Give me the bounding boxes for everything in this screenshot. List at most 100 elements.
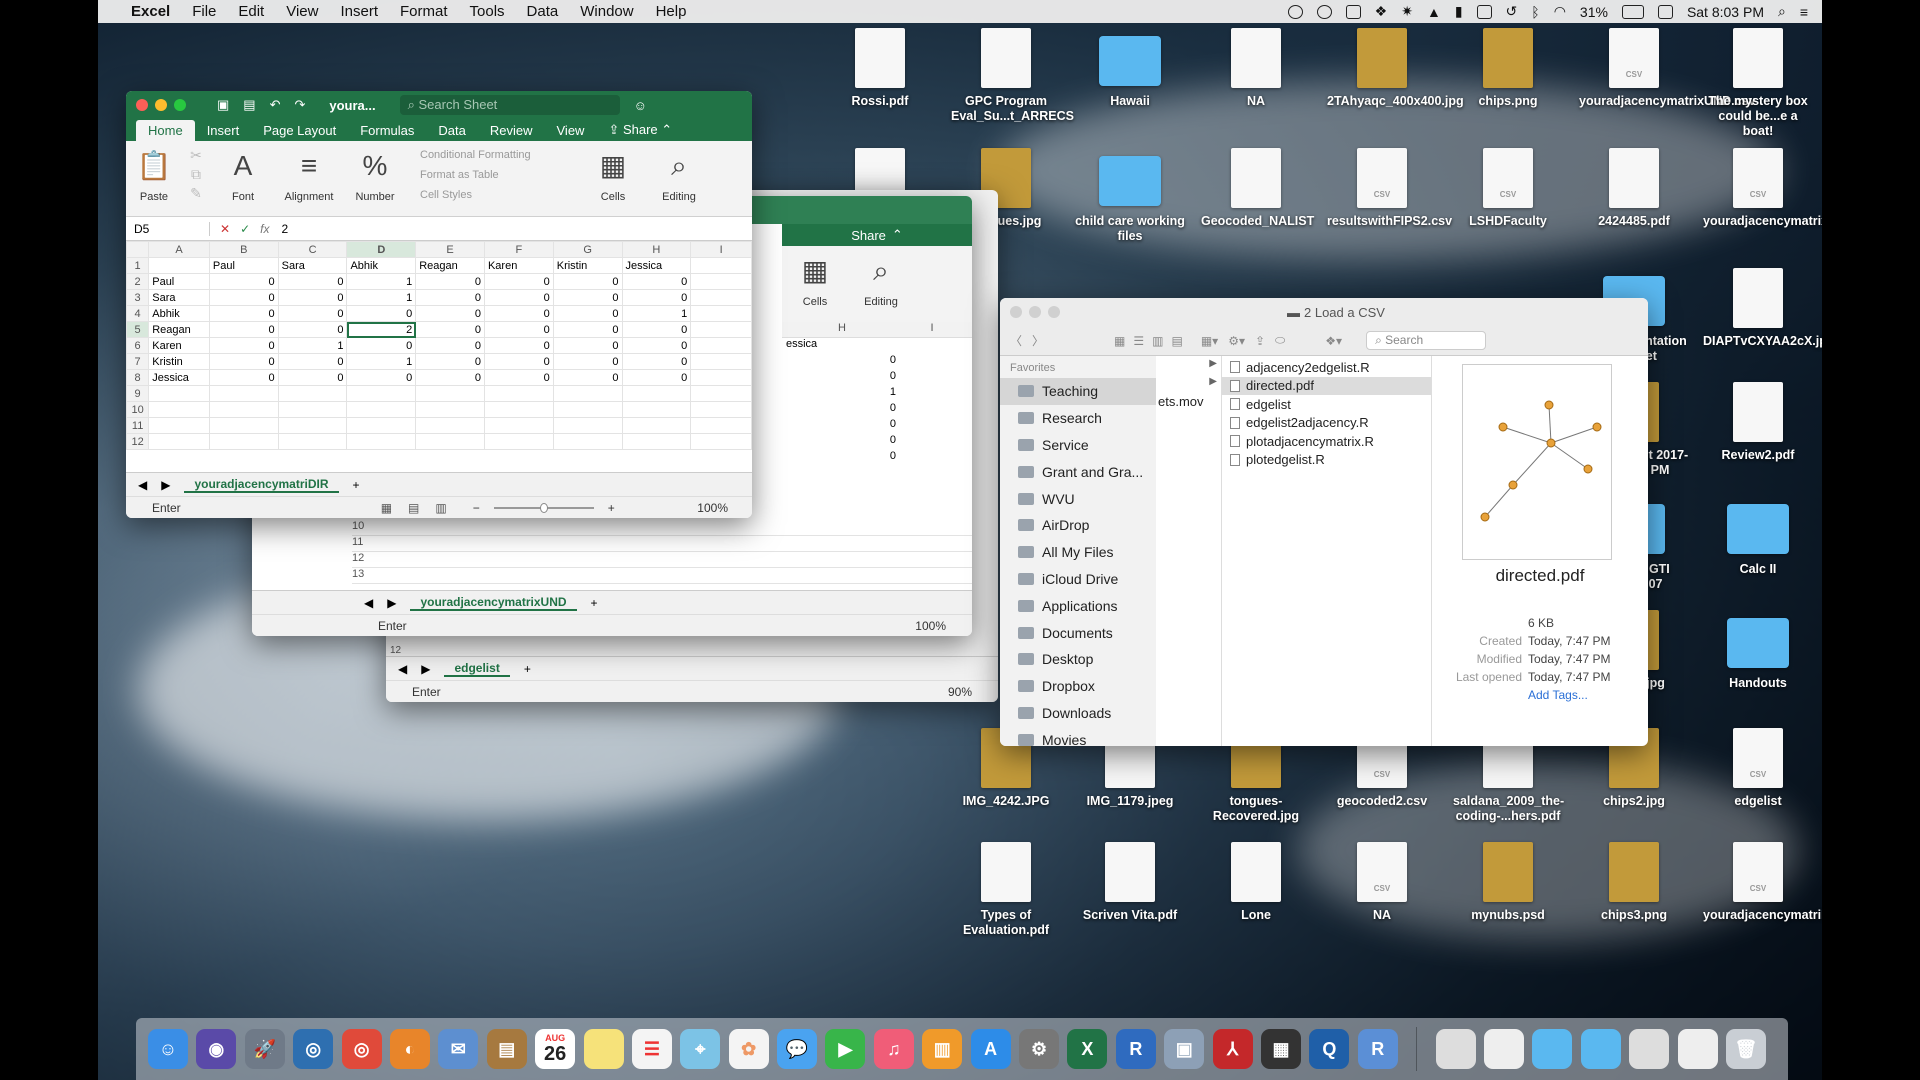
- sidebar-item[interactable]: iCloud Drive: [1000, 566, 1156, 593]
- select-all-corner[interactable]: [126, 241, 150, 258]
- row-header[interactable]: 10: [126, 401, 150, 418]
- cell[interactable]: Sara: [148, 289, 210, 306]
- cell[interactable]: 1: [277, 337, 348, 354]
- cell[interactable]: 1: [346, 289, 417, 306]
- acrobat-dock-icon[interactable]: ⅄: [1212, 1029, 1253, 1069]
- cell[interactable]: [148, 385, 210, 402]
- desktop-icon[interactable]: The mystery box could be...e a boat!: [1703, 28, 1813, 139]
- cell[interactable]: [621, 385, 692, 402]
- folder-dock-icon[interactable]: [1580, 1029, 1621, 1069]
- next-sheet-icon[interactable]: ▶: [421, 662, 430, 676]
- contacts-dock-icon[interactable]: ▤: [486, 1029, 527, 1069]
- sidebar-item[interactable]: Downloads: [1000, 700, 1156, 727]
- cell[interactable]: 0: [415, 273, 485, 290]
- number-button[interactable]: Number: [355, 191, 394, 203]
- cell[interactable]: 0: [483, 289, 554, 306]
- quick-access-icons[interactable]: ▣▤↶↷: [217, 97, 319, 113]
- cell[interactable]: [208, 433, 279, 450]
- excel-dock-icon[interactable]: X: [1067, 1029, 1108, 1069]
- conditional-formatting-button[interactable]: Conditional Formatting: [420, 149, 580, 161]
- cell[interactable]: Karen: [483, 257, 554, 274]
- editing-button[interactable]: Editing: [864, 296, 898, 308]
- document-dock-icon[interactable]: [1677, 1029, 1718, 1069]
- back-icon[interactable]: 〈: [1010, 332, 1022, 349]
- menu-help[interactable]: Help: [645, 3, 698, 20]
- active-cell[interactable]: 2: [346, 321, 417, 338]
- cell[interactable]: [346, 417, 417, 434]
- view-mode-icons[interactable]: ▦☰▥▤: [1114, 334, 1191, 348]
- cell[interactable]: 0: [415, 305, 485, 322]
- cell[interactable]: Jessica: [621, 257, 692, 274]
- cell[interactable]: 0: [277, 369, 348, 386]
- cell[interactable]: [552, 401, 623, 418]
- desktop-icon[interactable]: Lone: [1201, 842, 1311, 923]
- editing-button[interactable]: Editing: [662, 191, 696, 203]
- cell[interactable]: [483, 385, 554, 402]
- cut-icon[interactable]: ✂: [190, 147, 202, 164]
- menu-window[interactable]: Window: [569, 3, 644, 20]
- cell[interactable]: [690, 305, 752, 322]
- column-header[interactable]: H: [621, 241, 692, 258]
- sidebar-item[interactable]: WVU: [1000, 485, 1156, 512]
- column-header[interactable]: F: [483, 241, 554, 258]
- prev-sheet-icon[interactable]: ◀: [138, 478, 147, 492]
- cell[interactable]: [621, 433, 692, 450]
- tab-page-layout[interactable]: Page Layout: [251, 120, 348, 141]
- tab-home[interactable]: Home: [136, 120, 195, 141]
- cell[interactable]: 1: [346, 353, 417, 370]
- cell[interactable]: [346, 385, 417, 402]
- row-header[interactable]: 5: [126, 321, 150, 338]
- menu-app-name[interactable]: Excel: [120, 3, 181, 20]
- cell[interactable]: 0: [621, 337, 692, 354]
- finder-search-input[interactable]: ⌕ Search: [1366, 331, 1487, 350]
- cell[interactable]: [346, 433, 417, 450]
- cell[interactable]: Abhik: [148, 305, 210, 322]
- cell[interactable]: [690, 353, 752, 370]
- desktop-icon[interactable]: NA: [1201, 28, 1311, 109]
- cell[interactable]: [148, 401, 210, 418]
- battery-percent[interactable]: 31%: [1580, 4, 1608, 20]
- finder-window[interactable]: ▬ 2 Load a CSV 〈〉 ▦☰▥▤ ▦▾ ⚙▾ ⇪ ⬭ ❖▾ ⌕ Se…: [1000, 298, 1648, 746]
- extension-icon[interactable]: ✷: [1401, 3, 1413, 20]
- file-item[interactable]: edgelist2adjacency.R: [1222, 414, 1431, 433]
- cell[interactable]: 0: [208, 321, 279, 338]
- preview-dock-icon[interactable]: ▣: [1164, 1029, 1205, 1069]
- maps-dock-icon[interactable]: ⌖: [680, 1029, 721, 1069]
- cells-icon[interactable]: ▦: [600, 147, 626, 185]
- row-header[interactable]: 10: [352, 520, 972, 536]
- desktop-icon[interactable]: Review2.pdf: [1703, 382, 1813, 463]
- cell[interactable]: [621, 417, 692, 434]
- drive-icon[interactable]: ▲: [1427, 4, 1441, 20]
- tab-review[interactable]: Review: [478, 120, 545, 141]
- zoom-level[interactable]: 100%: [697, 501, 728, 515]
- menu-edit[interactable]: Edit: [227, 3, 275, 20]
- facetime-dock-icon[interactable]: ▶: [825, 1029, 866, 1069]
- close-button[interactable]: [1010, 306, 1022, 318]
- add-sheet-button[interactable]: +: [353, 478, 360, 492]
- row-header[interactable]: 2: [126, 273, 150, 290]
- desktop-icon[interactable]: youradjacencymatrixUND.csv: [1579, 28, 1755, 109]
- cell[interactable]: 0: [415, 353, 485, 370]
- cell[interactable]: 0: [621, 321, 692, 338]
- airplay-icon[interactable]: [1476, 4, 1492, 19]
- cell[interactable]: Abhik: [346, 257, 417, 274]
- cell[interactable]: 1: [346, 273, 417, 290]
- col-header-h[interactable]: H: [782, 322, 902, 337]
- desktop-icon[interactable]: GPC Program Eval_Su...t_ARRECS: [951, 28, 1074, 124]
- cell[interactable]: 0: [552, 337, 623, 354]
- menu-insert[interactable]: Insert: [329, 3, 389, 20]
- desktop-icon[interactable]: Rossi.pdf: [825, 28, 935, 109]
- cell[interactable]: Reagan: [148, 321, 210, 338]
- desktop-icon[interactable]: youradjacencymatrix.csv: [1703, 148, 1822, 229]
- cell[interactable]: 0: [552, 321, 623, 338]
- menu-data[interactable]: Data: [516, 3, 570, 20]
- desktop-icon[interactable]: Scriven Vita.pdf: [1075, 842, 1185, 923]
- finder-column-2[interactable]: adjacency2edgelist.R directed.pdf edgelist…: [1222, 356, 1432, 746]
- sidebar-item[interactable]: Service: [1000, 432, 1156, 459]
- desktop-icon[interactable]: Calc II: [1703, 496, 1813, 577]
- desktop-icon[interactable]: mynubs.psd: [1453, 842, 1563, 923]
- file-item[interactable]: plotedgelist.R: [1222, 451, 1431, 470]
- cell[interactable]: [148, 433, 210, 450]
- sidebar-item[interactable]: Research: [1000, 405, 1156, 432]
- alignment-button[interactable]: Alignment: [285, 191, 334, 203]
